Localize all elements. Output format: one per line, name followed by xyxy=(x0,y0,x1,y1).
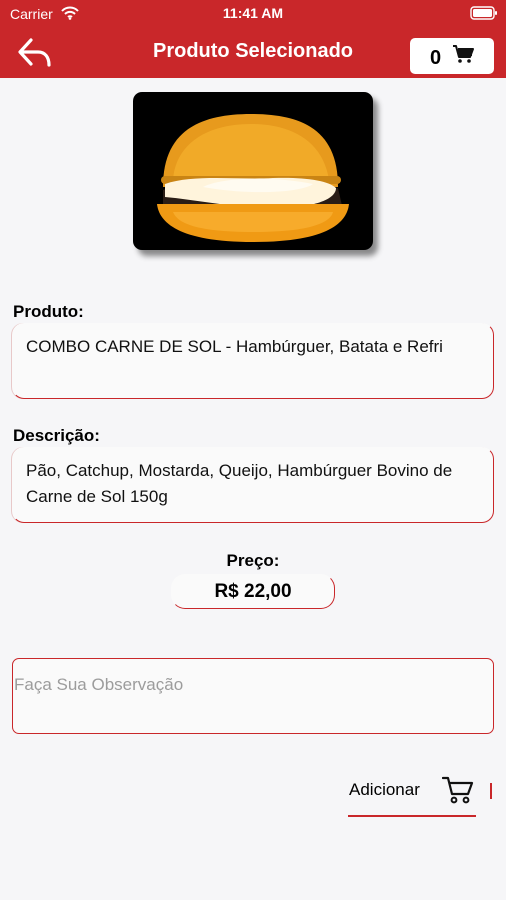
add-button-edge xyxy=(490,783,492,799)
description-value: Pão, Catchup, Mostarda, Queijo, Hambúrgu… xyxy=(26,461,453,506)
header-bar: Carrier 11:41 AM Produto Selecionado 0 xyxy=(0,0,506,78)
product-name-value: COMBO CARNE DE SOL - Hambúrguer, Batata … xyxy=(26,337,443,356)
product-image xyxy=(133,92,373,250)
product-name-label: Produto: xyxy=(13,302,84,321)
battery-icon xyxy=(470,6,498,23)
observation-input[interactable] xyxy=(12,658,494,734)
price-label: Preço: xyxy=(226,551,280,570)
description-box: Pão, Catchup, Mostarda, Queijo, Hambúrgu… xyxy=(12,447,494,523)
cart-icon xyxy=(452,44,474,69)
burger-photo-icon xyxy=(157,114,349,242)
add-button-underline xyxy=(348,815,476,817)
cart-button[interactable]: 0 xyxy=(410,38,494,74)
product-name-box: COMBO CARNE DE SOL - Hambúrguer, Batata … xyxy=(12,323,494,399)
price-box: R$ 22,00 xyxy=(171,574,335,609)
add-cart-icon xyxy=(441,775,474,810)
add-button-label: Adicionar xyxy=(349,780,420,799)
status-time: 11:41 AM xyxy=(222,5,284,21)
cart-count: 0 xyxy=(430,47,442,69)
price-value: R$ 22,00 xyxy=(214,581,292,602)
status-bar: Carrier 11:41 AM xyxy=(0,0,506,26)
description-label: Descrição: xyxy=(13,426,100,445)
add-button[interactable]: Adicionar xyxy=(348,766,494,818)
